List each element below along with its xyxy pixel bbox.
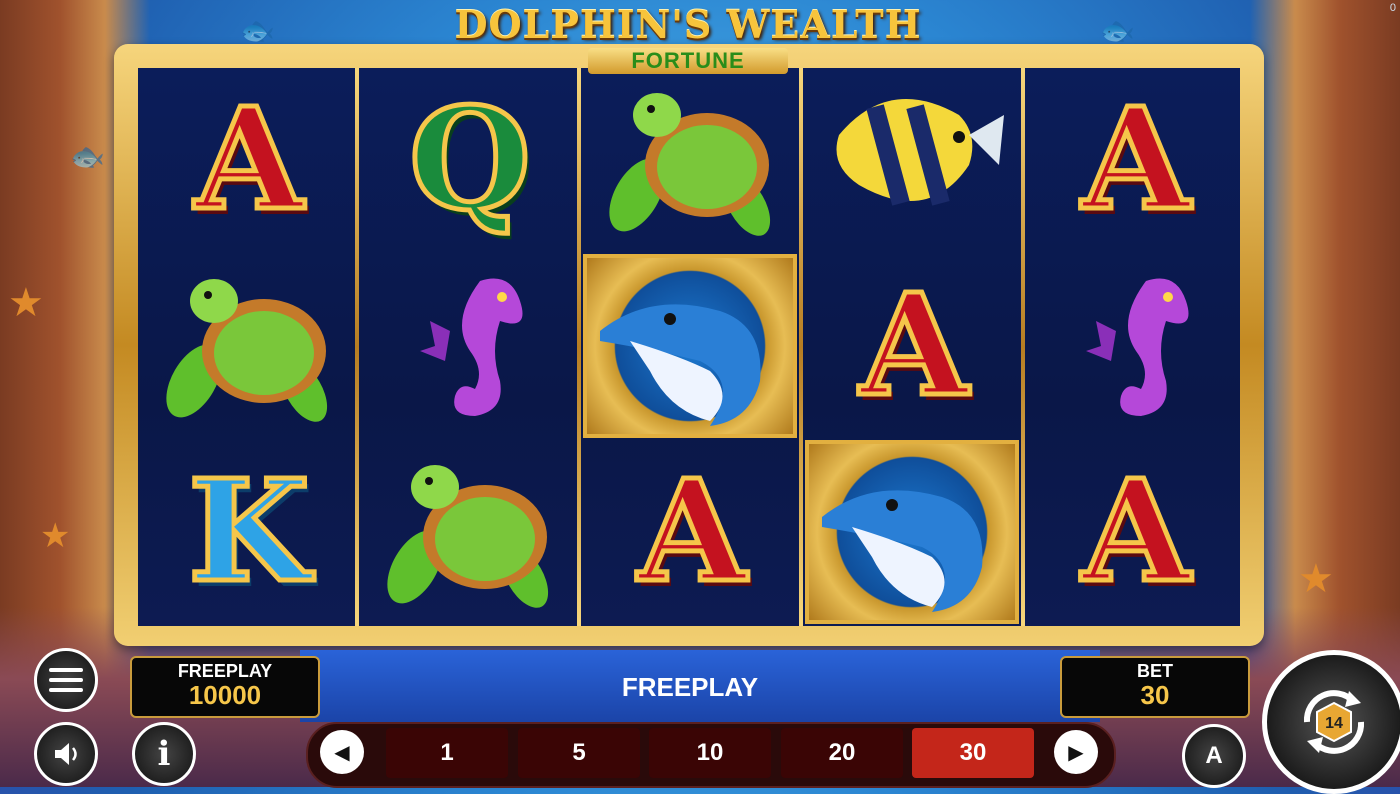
reel-symbol-a: A xyxy=(805,254,1023,438)
svg-text:14: 14 xyxy=(1325,715,1343,732)
bet-label: BET xyxy=(1137,661,1173,681)
bet-option-5[interactable]: 5 xyxy=(518,728,640,778)
reel-symbol-k: K xyxy=(140,440,358,624)
bet-option-1[interactable]: 1 xyxy=(386,728,508,778)
reel-symbol-turtle xyxy=(140,254,358,438)
reel-symbol-q: Q xyxy=(361,68,579,252)
autoplay-icon: A xyxy=(1205,742,1223,769)
autoplay-button[interactable]: A xyxy=(1182,724,1246,788)
background-fish-icon: 🐟 xyxy=(240,15,275,46)
seahorse-icon xyxy=(1086,278,1189,416)
sound-button[interactable] xyxy=(34,722,98,786)
reel-symbol-seahorse xyxy=(361,254,579,438)
reel-symbol-fish xyxy=(805,68,1023,252)
reel-symbol-a: A xyxy=(583,440,801,624)
starfish-icon: ★ xyxy=(8,281,44,325)
symbol-letter: A xyxy=(857,264,971,428)
speaker-icon xyxy=(55,743,77,765)
symbol-letter: A xyxy=(1079,450,1193,614)
bet-box: BET 30 xyxy=(1060,656,1250,718)
turtle-icon xyxy=(166,279,328,422)
symbol-letter: K xyxy=(186,450,313,614)
chevron-right-icon: ▶ xyxy=(1068,741,1084,764)
spin-icon: 14 xyxy=(1303,690,1365,754)
turtle-icon xyxy=(387,465,549,608)
hamburger-icon xyxy=(49,668,83,692)
chevron-left-icon: ◀ xyxy=(334,741,350,764)
bet-decrease-button[interactable]: ◀ xyxy=(320,730,364,774)
balance-label: FREEPLAY xyxy=(177,661,273,681)
background-fish-icon: 🐟 xyxy=(1100,15,1135,46)
reel-symbol-dolphin xyxy=(805,440,1019,624)
spin-button[interactable]: 14 xyxy=(1262,650,1400,794)
bet-increase-button[interactable]: ▶ xyxy=(1054,730,1098,774)
bet-option-30[interactable]: 30 xyxy=(912,728,1034,778)
symbol-letter: A xyxy=(1079,78,1193,242)
corner-counter: 0 xyxy=(1389,2,1396,14)
reel-symbol-seahorse xyxy=(1027,254,1245,438)
starfish-icon: ★ xyxy=(40,517,71,555)
reel-symbol-turtle xyxy=(361,440,579,624)
reel-symbol-a: A xyxy=(1027,440,1245,624)
turtle-icon xyxy=(609,93,771,236)
starfish-icon: ★ xyxy=(1298,557,1334,601)
game-logo: DOLPHIN'S WEALTH FORTUNE xyxy=(438,0,938,78)
reel-symbol-turtle xyxy=(583,68,801,252)
info-icon: i xyxy=(157,734,171,774)
game-title: DOLPHIN'S WEALTH xyxy=(454,2,922,47)
dolphin-icon xyxy=(600,304,761,426)
info-button[interactable]: i xyxy=(132,722,196,786)
bet-option-10[interactable]: 10 xyxy=(649,728,771,778)
balance-box: FREEPLAY 10000 xyxy=(130,656,320,718)
bet-value: 30 xyxy=(1140,680,1170,710)
dolphin-icon xyxy=(822,490,983,612)
seahorse-icon xyxy=(420,278,523,416)
reel-symbol-a: A xyxy=(1027,68,1245,252)
reel-symbol-dolphin xyxy=(583,254,797,438)
symbol-letter: A xyxy=(192,78,306,242)
status-message: FREEPLAY xyxy=(621,672,759,702)
bet-option-20[interactable]: 20 xyxy=(781,728,903,778)
menu-button[interactable] xyxy=(34,648,98,712)
background-fish-icon: 🐟 xyxy=(70,141,105,172)
fish-icon xyxy=(836,99,1004,206)
symbol-letter: A xyxy=(635,450,749,614)
reel-symbol-a: A xyxy=(140,68,358,252)
balance-value: 10000 xyxy=(188,680,262,710)
symbol-letter: Q xyxy=(407,78,534,242)
